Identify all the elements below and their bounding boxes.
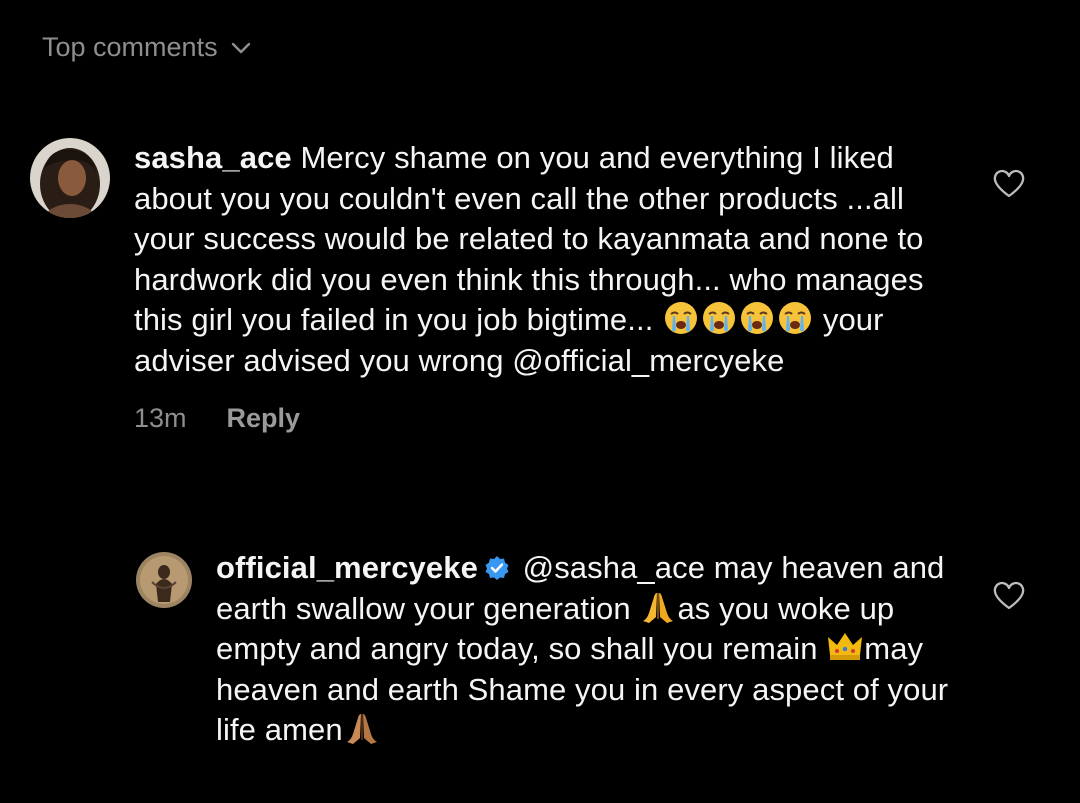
crown-icon [828, 633, 863, 660]
comment-text: sasha_ace Mercy shame on you and everyth… [134, 138, 960, 381]
comment-text: official_mercyeke @sasha_ace may heaven … [216, 548, 960, 751]
comment-timestamp: 13m [134, 403, 187, 433]
comment-meta: 13m Reply [134, 403, 960, 434]
folded-hands-icon [643, 592, 674, 623]
loudly-crying-face-icon [779, 302, 812, 334]
heart-outline-icon[interactable] [992, 580, 1026, 612]
avatar[interactable] [136, 552, 192, 608]
top-comments-sort[interactable]: Top comments [42, 32, 252, 63]
reply-button[interactable]: Reply [227, 403, 301, 434]
comment-username[interactable]: official_mercyeke [216, 550, 478, 585]
comment-item: sasha_ace Mercy shame on you and everyth… [30, 138, 1050, 434]
loudly-crying-face-icon [703, 302, 736, 334]
heart-outline-icon[interactable] [992, 168, 1026, 200]
top-comments-label: Top comments [42, 32, 218, 62]
folded-hands-icon [346, 714, 377, 744]
reply-comment-item: official_mercyeke @sasha_ace may heaven … [136, 548, 1050, 751]
loudly-crying-face-icon [665, 302, 698, 334]
loudly-crying-face-icon [741, 302, 774, 334]
chevron-down-icon [231, 42, 250, 53]
verified-badge-icon [485, 556, 509, 580]
comment-username[interactable]: sasha_ace [134, 140, 292, 175]
avatar[interactable] [30, 138, 110, 218]
